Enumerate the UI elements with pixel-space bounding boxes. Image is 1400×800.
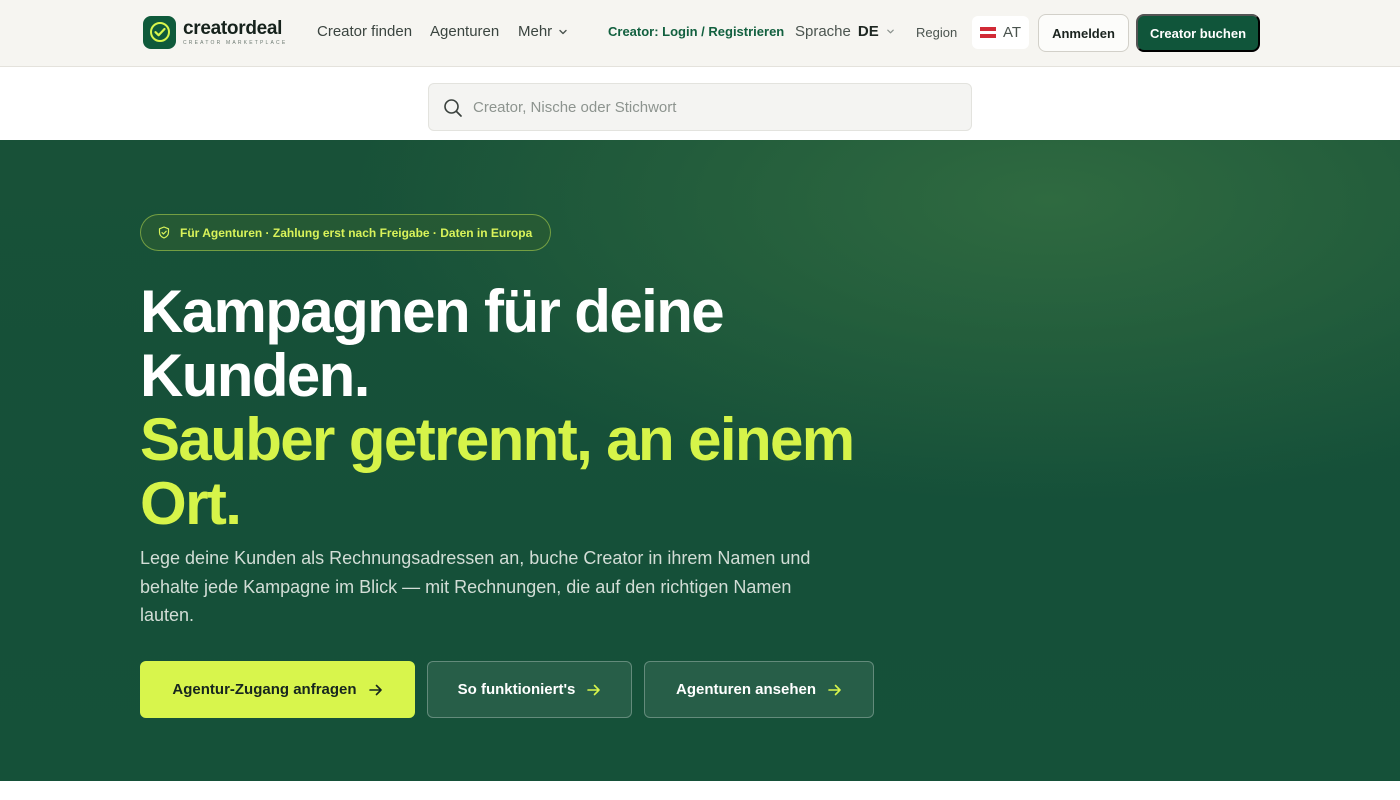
cta-primary-label: Agentur-Zugang anfragen xyxy=(172,681,357,698)
agenturen-ansehen-button[interactable]: Agenturen ansehen xyxy=(644,661,874,718)
check-circle-icon xyxy=(143,15,176,49)
hero-badge-text: Für Agenturen · Zahlung erst nach Freiga… xyxy=(180,225,533,240)
cta-agencies-label: Agenturen ansehen xyxy=(675,681,817,698)
search-band xyxy=(0,67,1400,140)
chevron-down-icon xyxy=(559,29,567,35)
nav-agenturen[interactable]: Agenturen xyxy=(430,22,499,42)
shield-check-icon xyxy=(158,226,170,239)
arrow-right-icon xyxy=(587,684,601,695)
creator-login-link[interactable]: Creator: Login / Registrieren xyxy=(608,23,784,41)
agentur-zugang-anfragen-button[interactable]: Agentur-Zugang anfragen xyxy=(140,661,415,718)
page-bottom-band xyxy=(0,781,1400,800)
austria-flag-icon xyxy=(979,27,996,39)
arrow-right-icon xyxy=(828,684,841,695)
nav-mehr-label: Mehr xyxy=(518,23,553,40)
logo-text: creatordeal CREATOR MARKETPLACE xyxy=(183,19,287,46)
logo-wordmark: creatordeal xyxy=(183,17,283,39)
creator-buchen-button[interactable]: Creator buchen xyxy=(1136,14,1260,52)
language-label: Sprache xyxy=(795,23,851,40)
nav-creator-finden[interactable]: Creator finden xyxy=(317,22,412,42)
arrow-right-icon xyxy=(368,684,382,695)
so-funktionierts-button[interactable]: So funktioniert's xyxy=(427,661,632,718)
chevron-down-icon xyxy=(886,29,894,34)
logo-tagline: CREATOR MARKETPLACE xyxy=(183,39,288,46)
anmelden-button[interactable]: Anmelden xyxy=(1038,14,1129,52)
region-label: Region xyxy=(916,25,958,40)
language-value: DE xyxy=(857,23,879,40)
search-input[interactable] xyxy=(473,84,963,130)
region-value: AT xyxy=(1002,24,1022,41)
hero-section: Für Agenturen · Zahlung erst nach Freiga… xyxy=(0,140,1400,781)
hero-title-line-1: Kampagnen für deine Kunden. xyxy=(140,278,725,409)
search-box[interactable] xyxy=(428,83,972,131)
region-selector[interactable]: AT xyxy=(972,16,1029,49)
hero-subtitle: Lege deine Kunden als Rechnungsadressen … xyxy=(140,548,811,625)
logo[interactable]: creatordeal CREATOR MARKETPLACE xyxy=(143,15,287,49)
cta-how-label: So funktioniert's xyxy=(457,681,576,698)
hero-title: Kampagnen für deine Kunden. Sauber getre… xyxy=(140,280,900,536)
language-selector[interactable]: Sprache DE xyxy=(795,23,895,40)
hero-title-line-2: Sauber getrennt, an einem Ort. xyxy=(140,406,855,537)
nav-mehr[interactable]: Mehr xyxy=(518,22,568,42)
site-header: creatordeal CREATOR MARKETPLACE Creator … xyxy=(0,0,1400,67)
search-icon xyxy=(444,99,462,117)
hero-badge: Für Agenturen · Zahlung erst nach Freiga… xyxy=(140,214,551,251)
